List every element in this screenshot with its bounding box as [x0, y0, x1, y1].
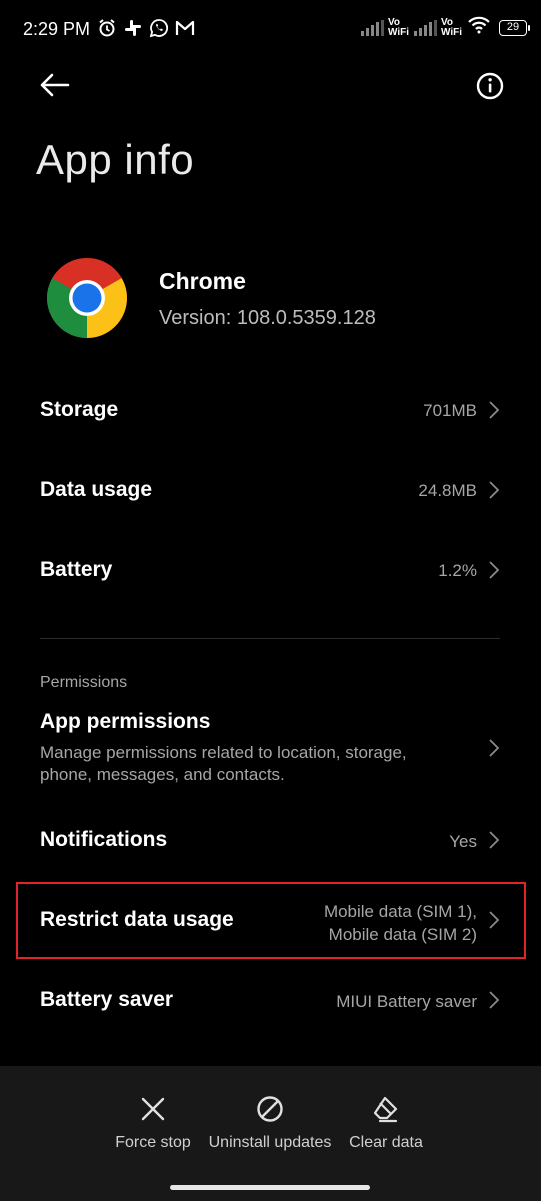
app-version: Version: 108.0.5359.128 [159, 307, 376, 329]
chevron-right-icon [489, 831, 500, 849]
slack-icon [123, 18, 143, 38]
system-status-icons: Vo WiFi Vo WiFi 29 [361, 16, 530, 39]
battery-saver-row[interactable]: Battery saver MIUI Battery saver [0, 960, 541, 1040]
battery-label: Battery [40, 558, 113, 581]
battery-row[interactable]: Battery 1.2% [0, 530, 541, 610]
app-permissions-description: Manage permissions related to location, … [40, 743, 407, 784]
app-name: Chrome [159, 268, 246, 294]
data-usage-label: Data usage [40, 478, 153, 501]
signal-bars-2-icon [414, 19, 437, 36]
chrome-logo-icon [46, 257, 128, 339]
chevron-right-icon [489, 739, 500, 757]
alarm-icon [97, 18, 117, 38]
whatsapp-icon [149, 18, 169, 38]
clear-data-button[interactable]: Clear data [342, 1066, 430, 1166]
battery-value: 1.2% [438, 561, 477, 580]
wifi-icon [467, 16, 491, 39]
signal-bars-icon [361, 19, 384, 36]
permissions-section-label: Permissions [40, 674, 128, 691]
chevron-right-icon [489, 991, 500, 1009]
block-icon [257, 1096, 283, 1122]
notifications-label: Notifications [40, 828, 168, 851]
status-time: 2:29 PM [23, 19, 91, 39]
gmail-icon [175, 18, 195, 38]
app-permissions-title: App permissions [40, 710, 211, 733]
battery-indicator: 29 [499, 19, 530, 36]
status-bar: 2:29 PM Vo WiFi Vo WiFi 29 [0, 0, 541, 60]
force-stop-label: Force stop [115, 1134, 191, 1151]
force-stop-button[interactable]: Force stop [108, 1066, 198, 1166]
chevron-right-icon [489, 481, 500, 499]
close-icon [141, 1097, 165, 1121]
vowifi-label-2: Vo WiFi [441, 16, 463, 38]
storage-value: 701MB [423, 401, 477, 420]
battery-saver-label: Battery saver [40, 988, 174, 1011]
page-title: App info [36, 136, 195, 183]
info-button[interactable] [474, 70, 506, 102]
info-icon [476, 72, 504, 100]
data-usage-value: 24.8MB [418, 481, 477, 500]
chevron-right-icon [489, 561, 500, 579]
eraser-icon [373, 1096, 398, 1123]
back-button[interactable] [36, 70, 72, 100]
clear-data-label: Clear data [349, 1134, 423, 1151]
bottom-action-bar: Force stop Uninstall updates Clear data [0, 1066, 541, 1201]
home-indicator[interactable] [170, 1185, 370, 1190]
data-usage-row[interactable]: Data usage 24.8MB [0, 450, 541, 530]
back-arrow-icon [40, 73, 70, 97]
section-divider [40, 638, 500, 639]
app-bar [0, 60, 541, 110]
storage-row[interactable]: Storage 701MB [0, 370, 541, 450]
vowifi-label: Vo WiFi [388, 16, 410, 38]
highlight-box [16, 882, 526, 959]
notifications-row[interactable]: Notifications Yes [0, 800, 541, 880]
notifications-value: Yes [449, 832, 477, 851]
uninstall-updates-label: Uninstall updates [208, 1134, 332, 1151]
battery-saver-value: MIUI Battery saver [336, 992, 477, 1011]
uninstall-updates-button[interactable]: Uninstall updates [202, 1066, 338, 1166]
notification-icons [97, 18, 195, 38]
chevron-right-icon [489, 401, 500, 419]
storage-label: Storage [40, 398, 119, 421]
